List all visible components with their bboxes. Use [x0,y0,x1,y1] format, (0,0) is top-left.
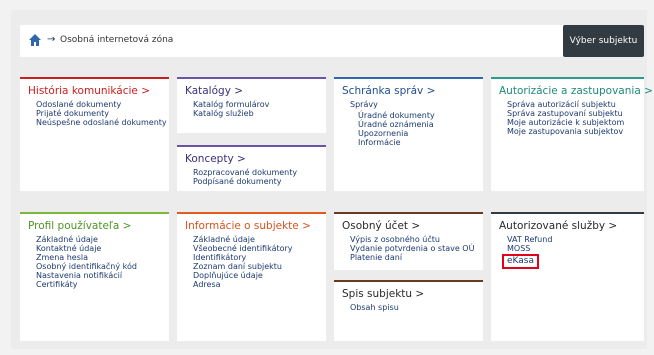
breadcrumb-arrow: → [47,34,56,45]
link-service-catalog[interactable]: Katalóg služieb [193,109,326,118]
card-history-title[interactable]: História komunikácie > [20,79,169,98]
link-account-status-confirmation[interactable]: Vydanie potvrdenia o stave OÚ [350,244,483,253]
card-drafts-title[interactable]: Koncepty > [177,147,326,166]
card-user-profile-title[interactable]: Profil používateľa > [20,214,169,233]
link-notification-settings[interactable]: Nastavenia notifikácií [36,271,169,280]
card-authorizations-title[interactable]: Autorizácie a zastupovania > [491,79,653,98]
breadcrumb-bar: → Osobná internetová zóna Výber subjektu [20,25,644,57]
card-drafts: Koncepty > Rozpracované dokumenty Podpís… [177,145,326,191]
link-messages[interactable]: Správy [350,100,483,109]
link-my-representations[interactable]: Moje zastupovania subjektov [507,127,644,136]
link-tax-list[interactable]: Zoznam daní subjektu [193,262,326,271]
card-catalogs: Katalógy > Katalóg formulárov Katalóg sl… [177,77,326,133]
card-history: História komunikácie > Odoslané dokument… [20,77,169,191]
link-manage-authorizations[interactable]: Správa autorizácií subjektu [507,100,644,109]
link-general-identifiers[interactable]: Všeobecné identifikátory [193,244,326,253]
card-personal-account: Osobný účet > Výpis z osobného účtu Vyda… [334,212,483,270]
link-tax-payment[interactable]: Platenie daní [350,253,483,262]
card-personal-account-title[interactable]: Osobný účet > [334,214,483,233]
link-address[interactable]: Adresa [193,280,326,289]
link-official-documents[interactable]: Úradné dokumenty [358,111,483,120]
card-user-profile: Profil používateľa > Základné údaje Kont… [20,212,169,341]
card-mailbox-title[interactable]: Schránka správ > [334,79,483,98]
link-form-catalog[interactable]: Katalóg formulárov [193,100,326,109]
link-alerts[interactable]: Upozornenia [358,129,483,138]
link-my-authorizations[interactable]: Moje autorizácie k subjektom [507,118,644,127]
link-vat-refund[interactable]: VAT Refund [507,235,644,244]
select-subject-button[interactable]: Výber subjektu [563,25,644,57]
link-contact-data[interactable]: Kontaktné údaje [36,244,169,253]
link-moss[interactable]: MOSS [507,244,644,253]
card-mailbox: Schránka správ > Správy Úradné dokumenty… [334,77,483,191]
link-subject-basic-data[interactable]: Základné údaje [193,235,326,244]
link-received-documents[interactable]: Prijaté dokumenty [36,109,169,118]
card-catalogs-title[interactable]: Katalógy > [177,79,326,98]
link-personal-id-code[interactable]: Osobný identifikačný kód [36,262,169,271]
link-certificates[interactable]: Certifikáty [36,280,169,289]
link-failed-documents[interactable]: Neúspešne odoslané dokumenty [36,118,169,127]
link-ekasa[interactable]: eKasa [502,254,539,269]
home-icon[interactable] [28,33,42,47]
link-sent-documents[interactable]: Odoslané dokumenty [36,100,169,109]
link-manage-representations[interactable]: Správa zastupovaní subjektu [507,109,644,118]
card-subject-info: Informácie o subjekte > Základné údaje V… [177,212,326,341]
card-subject-info-title[interactable]: Informácie o subjekte > [177,214,326,233]
breadcrumb-current: Osobná internetová zóna [60,35,174,45]
link-information[interactable]: Informácie [358,138,483,147]
link-account-statement[interactable]: Výpis z osobného účtu [350,235,483,244]
link-additional-data[interactable]: Doplňujúce údaje [193,271,326,280]
card-authorized-services-title[interactable]: Autorizované služby > [491,214,644,233]
card-subject-file: Spis subjektu > Obsah spisu [334,280,483,341]
card-subject-file-title[interactable]: Spis subjektu > [334,282,483,301]
link-official-notices[interactable]: Úradné oznámenia [358,120,483,129]
card-authorized-services: Autorizované služby > VAT Refund MOSS eK… [491,212,644,341]
link-change-password[interactable]: Zmena hesla [36,253,169,262]
link-drafts-in-progress[interactable]: Rozpracované dokumenty [193,168,326,177]
link-file-contents[interactable]: Obsah spisu [350,303,483,312]
link-basic-data[interactable]: Základné údaje [36,235,169,244]
card-authorizations: Autorizácie a zastupovania > Správa auto… [491,77,653,191]
link-signed-documents[interactable]: Podpísané dokumenty [193,177,326,186]
link-identifiers[interactable]: Identifikátory [193,253,326,262]
